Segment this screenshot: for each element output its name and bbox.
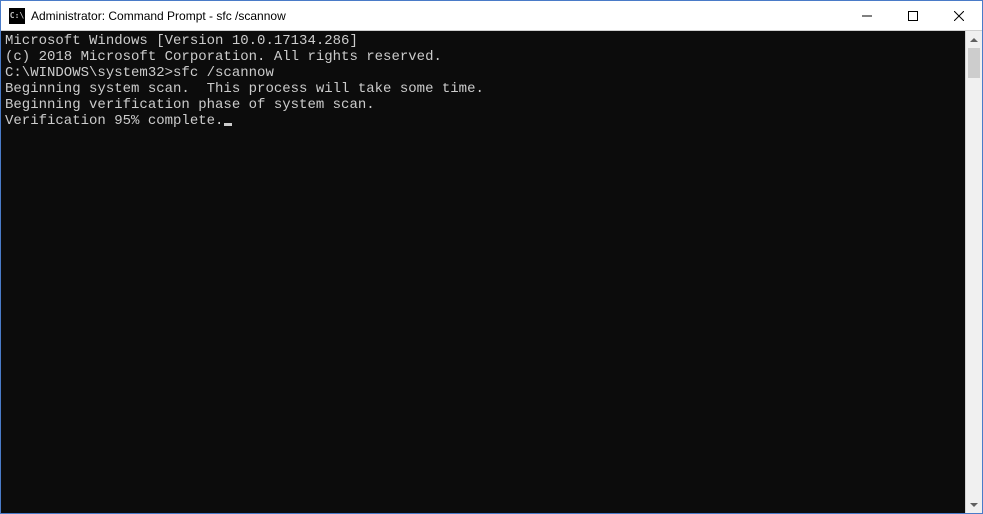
scroll-up-button[interactable] xyxy=(966,31,982,48)
close-button[interactable] xyxy=(936,1,982,30)
chevron-up-icon xyxy=(970,38,978,42)
terminal-line: Beginning verification phase of system s… xyxy=(5,97,961,113)
cmd-icon-text: C:\ xyxy=(10,12,24,20)
terminal-output[interactable]: Microsoft Windows [Version 10.0.17134.28… xyxy=(1,31,965,513)
minimize-button[interactable] xyxy=(844,1,890,30)
content-area: Microsoft Windows [Version 10.0.17134.28… xyxy=(1,31,982,513)
terminal-prompt-line: C:\WINDOWS\system32>sfc /scannow xyxy=(5,65,961,81)
window-title: Administrator: Command Prompt - sfc /sca… xyxy=(31,9,844,23)
scroll-track[interactable] xyxy=(966,48,982,496)
close-icon xyxy=(954,11,964,21)
minimize-icon xyxy=(862,11,872,21)
terminal-line: Beginning system scan. This process will… xyxy=(5,81,961,97)
window-controls xyxy=(844,1,982,30)
command-prompt-window: C:\ Administrator: Command Prompt - sfc … xyxy=(0,0,983,514)
maximize-icon xyxy=(908,11,918,21)
scroll-thumb[interactable] xyxy=(968,48,980,78)
maximize-button[interactable] xyxy=(890,1,936,30)
verification-text: Verification 95% complete. xyxy=(5,113,223,129)
titlebar[interactable]: C:\ Administrator: Command Prompt - sfc … xyxy=(1,1,982,31)
scroll-down-button[interactable] xyxy=(966,496,982,513)
chevron-down-icon xyxy=(970,503,978,507)
terminal-line: (c) 2018 Microsoft Corporation. All righ… xyxy=(5,49,961,65)
cmd-icon: C:\ xyxy=(9,8,25,24)
terminal-line: Verification 95% complete. xyxy=(5,113,961,129)
vertical-scrollbar[interactable] xyxy=(965,31,982,513)
terminal-line: Microsoft Windows [Version 10.0.17134.28… xyxy=(5,33,961,49)
cursor xyxy=(224,123,232,126)
